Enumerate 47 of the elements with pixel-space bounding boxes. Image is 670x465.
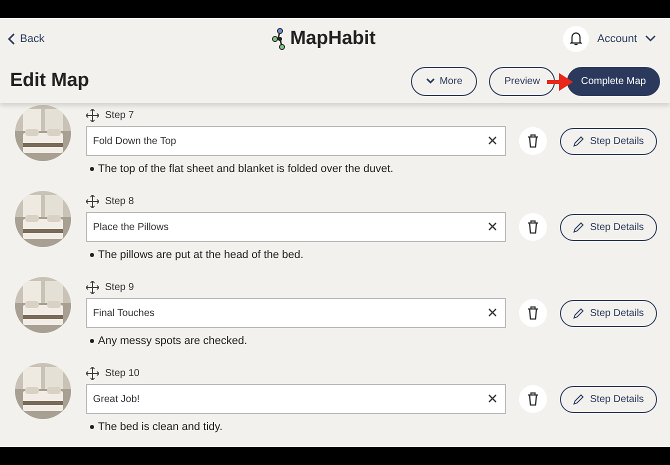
- step-label: Step 7: [105, 110, 134, 120]
- step-details-button[interactable]: Step Details: [560, 386, 657, 412]
- trash-icon[interactable]: [519, 385, 547, 413]
- clear-icon[interactable]: [488, 136, 497, 145]
- step-title-field[interactable]: Great Job!: [86, 384, 506, 414]
- arrow-annotation: [546, 72, 573, 91]
- account-menu[interactable]: Account: [597, 32, 656, 45]
- logo-text: MapHabit: [290, 28, 376, 50]
- trash-icon[interactable]: [519, 213, 547, 241]
- step-details-button[interactable]: Step Details: [560, 128, 657, 154]
- trash-icon[interactable]: [519, 127, 547, 155]
- clear-icon[interactable]: [488, 222, 497, 231]
- step-title-field[interactable]: Fold Down the Top: [86, 126, 506, 156]
- step-title-field[interactable]: Place the Pillows: [86, 212, 506, 242]
- bullet-icon: [90, 425, 94, 430]
- page-title: Edit Map: [10, 70, 90, 92]
- step-description: The pillows are put at the head of the bed.: [98, 249, 304, 261]
- bullet-icon: [90, 339, 94, 344]
- pencil-icon: [573, 394, 584, 404]
- more-button[interactable]: More: [410, 66, 478, 96]
- clear-icon[interactable]: [488, 308, 497, 317]
- step-description: The top of the flat sheet and blanket is folded over the duvet.: [98, 163, 394, 175]
- move-icon[interactable]: [86, 108, 99, 122]
- chevron-down-icon: [426, 78, 435, 84]
- complete-map-button[interactable]: Complete Map: [566, 66, 660, 96]
- pencil-icon: [573, 222, 584, 232]
- step-details-button[interactable]: Step Details: [560, 214, 657, 240]
- step-details-button[interactable]: Step Details: [560, 300, 657, 326]
- step-description: Any messy spots are checked.: [98, 335, 248, 347]
- move-icon[interactable]: [86, 280, 99, 294]
- step-title-field[interactable]: Final Touches: [86, 298, 506, 328]
- bell-icon[interactable]: [563, 26, 590, 52]
- move-icon[interactable]: [86, 366, 99, 380]
- chevron-down-icon: [645, 35, 656, 42]
- clear-icon[interactable]: [488, 394, 497, 403]
- chevron-left-icon: [8, 32, 16, 45]
- step-description: The bed is clean and tidy.: [98, 421, 223, 433]
- back-button[interactable]: Back: [8, 32, 44, 45]
- pencil-icon: [573, 308, 584, 318]
- trash-icon[interactable]: [519, 299, 547, 327]
- bullet-icon: [90, 253, 94, 258]
- step-label: Step 9: [105, 282, 134, 292]
- pencil-icon: [573, 136, 584, 146]
- step-label: Step 8: [105, 196, 134, 206]
- bullet-icon: [90, 167, 94, 172]
- move-icon[interactable]: [86, 194, 99, 208]
- step-label: Step 10: [105, 368, 140, 378]
